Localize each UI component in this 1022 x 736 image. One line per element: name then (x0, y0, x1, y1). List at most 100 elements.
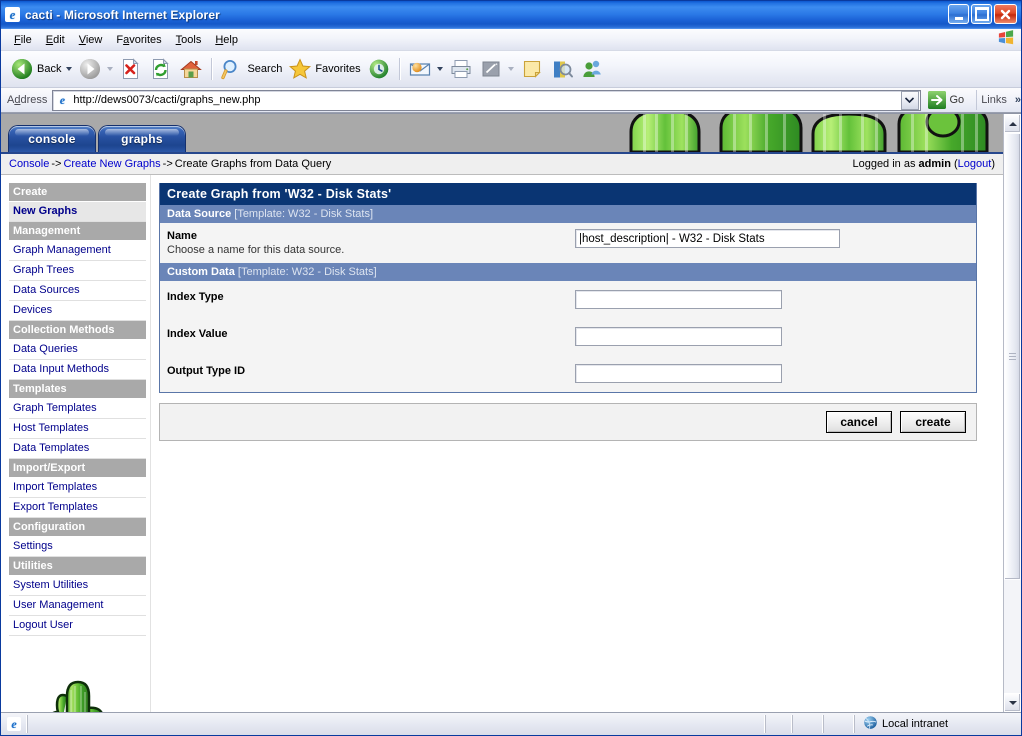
form-field-name (575, 229, 969, 248)
breadcrumb-item-console[interactable]: Console (9, 158, 49, 170)
create-button[interactable]: create (900, 411, 966, 433)
security-zone[interactable]: Local intranet (854, 715, 1021, 733)
cacti-tabs: console graphs (9, 126, 185, 152)
menu-item-file[interactable]: File (7, 32, 39, 48)
refresh-icon (149, 57, 173, 81)
chevron-down-icon (1008, 700, 1017, 705)
cacti-banner: console graphs (1, 114, 1003, 154)
research-button[interactable] (547, 54, 577, 84)
cactus-logo (37, 670, 150, 712)
section-custom-data-template: [Template: W32 - Disk Stats] (234, 266, 377, 278)
page-viewport: console graphs Console -> Create New Gra… (1, 113, 1021, 712)
scrollbar-grip-icon (1009, 351, 1016, 362)
login-info: Logged in as admin (Logout) (852, 158, 995, 170)
menu-item-favorites[interactable]: Favorites (109, 32, 168, 48)
edit-button[interactable] (476, 54, 517, 84)
form-row-output-type-id: Output Type ID (160, 355, 976, 392)
cancel-button[interactable]: cancel (826, 411, 892, 433)
forward-dropdown-icon[interactable] (107, 67, 114, 71)
back-dropdown-icon[interactable] (66, 67, 73, 71)
address-url-text: http://dews0073/cacti/graphs_new.php (73, 94, 261, 106)
scroll-up-button[interactable] (1004, 114, 1021, 133)
sidebar-item-graph-trees[interactable]: Graph Trees (9, 261, 146, 281)
forward-button[interactable] (75, 54, 116, 84)
tab-console[interactable]: console (9, 126, 95, 152)
minimize-button[interactable] (948, 4, 969, 24)
sidebar: Create New Graphs Management Graph Manag… (1, 175, 151, 712)
sidebar-item-data-templates[interactable]: Data Templates (9, 439, 146, 459)
mail-dropdown-icon[interactable] (436, 67, 443, 71)
messenger-button[interactable] (577, 54, 607, 84)
links-button[interactable]: Links (976, 90, 1011, 110)
sidebar-item-data-sources[interactable]: Data Sources (9, 281, 146, 301)
address-dropdown-button[interactable] (900, 90, 919, 110)
form-field-output-type-id (575, 364, 969, 383)
address-input[interactable]: e http://dews0073/cacti/graphs_new.php (52, 89, 921, 111)
status-page-icon: e (1, 717, 27, 731)
index-type-input[interactable] (575, 290, 782, 309)
home-button[interactable] (176, 54, 206, 84)
sidebar-item-host-templates[interactable]: Host Templates (9, 419, 146, 439)
stop-button[interactable] (116, 54, 146, 84)
discuss-button[interactable] (517, 54, 547, 84)
edit-dropdown-icon[interactable] (507, 67, 514, 71)
toolbar-overflow-icon[interactable]: » (1015, 94, 1021, 106)
sidebar-item-user-management[interactable]: User Management (9, 596, 146, 616)
sidebar-item-graph-management[interactable]: Graph Management (9, 241, 146, 261)
search-icon (220, 57, 244, 81)
logout-link[interactable]: Logout (958, 158, 992, 170)
menu-item-help[interactable]: Help (208, 32, 245, 48)
print-button[interactable] (446, 54, 476, 84)
page-scrollbar-vertical[interactable] (1003, 114, 1021, 712)
sidebar-item-graph-templates[interactable]: Graph Templates (9, 399, 146, 419)
tab-graphs-label: graphs (121, 132, 163, 146)
name-input[interactable] (575, 229, 840, 248)
close-button[interactable] (994, 4, 1017, 24)
scrollbar-track[interactable] (1004, 133, 1021, 693)
index-value-input[interactable] (575, 327, 782, 346)
form-label-index-value: Index Value (167, 327, 575, 341)
mail-button[interactable] (405, 54, 446, 84)
sidebar-item-system-utilities[interactable]: System Utilities (9, 576, 146, 596)
star-icon (288, 57, 312, 81)
history-button[interactable] (364, 54, 394, 84)
output-type-id-input[interactable] (575, 364, 782, 383)
window-title: cacti - Microsoft Internet Explorer (25, 8, 220, 22)
maximize-button[interactable] (971, 4, 992, 24)
search-button[interactable]: Search (217, 54, 285, 84)
stop-icon (119, 57, 143, 81)
menu-item-tools[interactable]: Tools (169, 32, 209, 48)
sidebar-item-data-input-methods[interactable]: Data Input Methods (9, 360, 146, 380)
sidebar-item-data-queries[interactable]: Data Queries (9, 340, 146, 360)
sidebar-item-settings[interactable]: Settings (9, 537, 146, 557)
form-field-index-value (575, 327, 969, 346)
favorites-label: Favorites (315, 63, 361, 75)
tab-graphs[interactable]: graphs (99, 126, 185, 152)
back-button[interactable]: Back (7, 54, 75, 84)
security-zone-label: Local intranet (882, 718, 949, 730)
menu-item-view[interactable]: View (72, 32, 110, 48)
sidebar-item-logout-user[interactable]: Logout User (9, 616, 146, 636)
cacti-body: Create New Graphs Management Graph Manag… (1, 175, 1003, 712)
sidebar-header-utilities: Utilities (9, 557, 146, 576)
title-bar: e cacti - Microsoft Internet Explorer (1, 1, 1021, 29)
go-button[interactable]: Go (924, 90, 971, 110)
sidebar-item-export-templates[interactable]: Export Templates (9, 498, 146, 518)
sidebar-item-new-graphs[interactable]: New Graphs (9, 202, 146, 222)
favorites-button[interactable]: Favorites (285, 54, 363, 84)
menu-item-edit[interactable]: Edit (39, 32, 72, 48)
window-controls (948, 4, 1017, 24)
form-field-index-type (575, 290, 969, 309)
action-bar: cancel create (159, 403, 977, 441)
refresh-button[interactable] (146, 54, 176, 84)
status-cell-2 (792, 715, 823, 733)
breadcrumb-item-create-new-graphs[interactable]: Create New Graphs (63, 158, 160, 170)
go-label: Go (949, 94, 965, 106)
edit-page-icon (479, 57, 503, 81)
label-output-type-id: Output Type ID (167, 365, 246, 377)
sidebar-item-import-templates[interactable]: Import Templates (9, 478, 146, 498)
address-bar: Address e http://dews0073/cacti/graphs_n… (1, 88, 1021, 113)
sidebar-item-devices[interactable]: Devices (9, 301, 146, 321)
scrollbar-thumb[interactable] (1004, 133, 1021, 580)
scroll-down-button[interactable] (1004, 693, 1021, 712)
